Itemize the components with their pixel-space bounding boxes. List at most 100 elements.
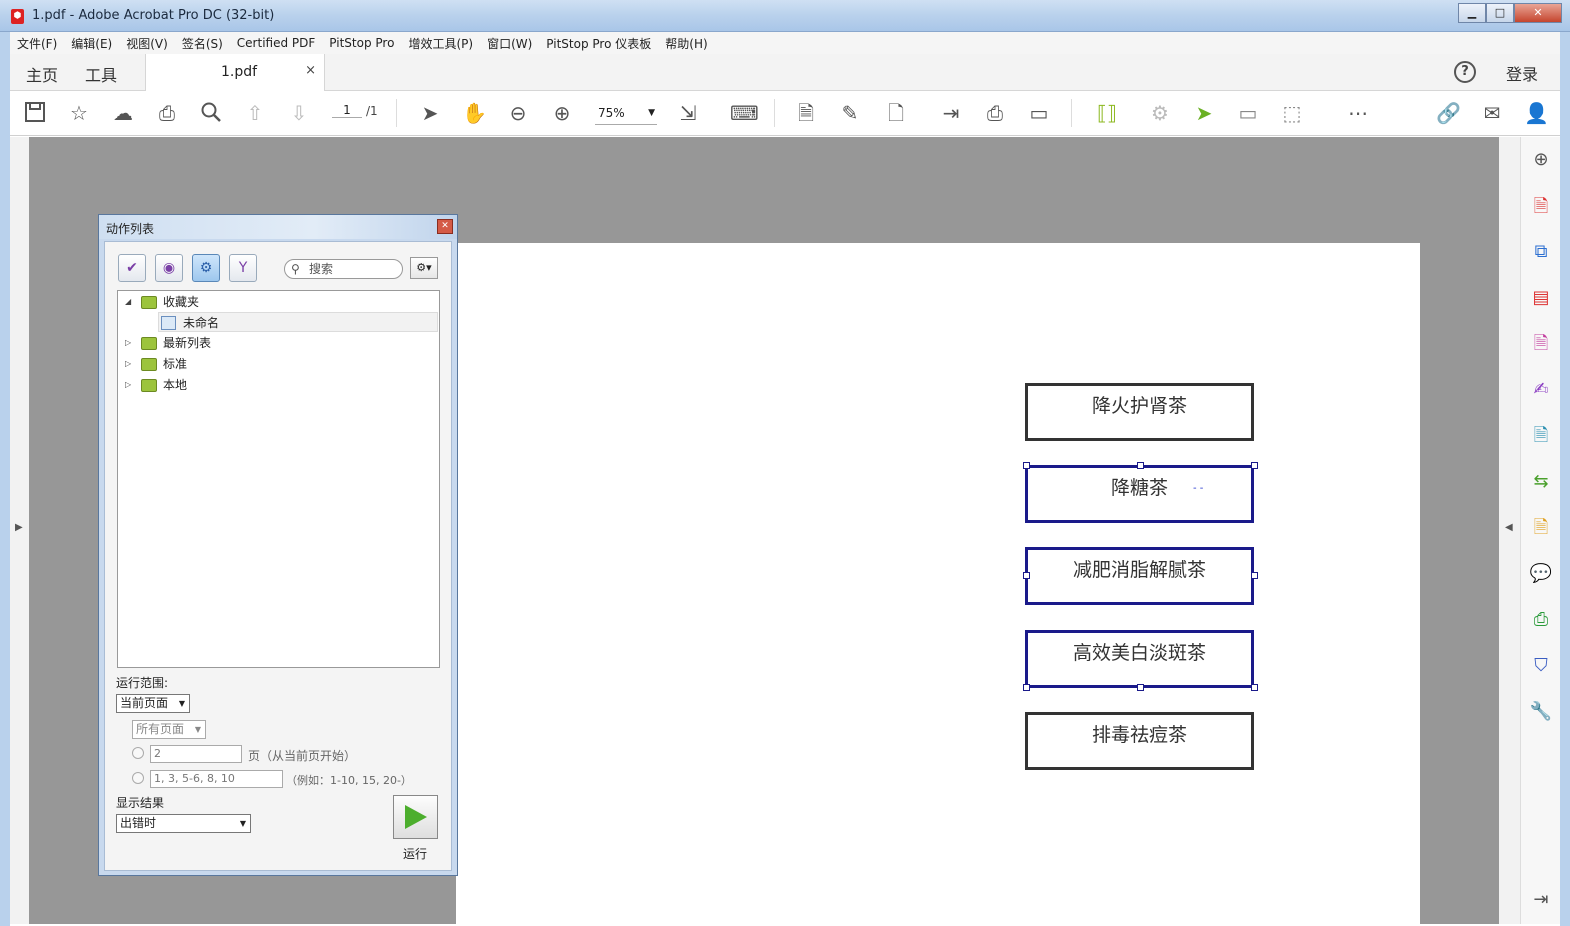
zoom-in-icon[interactable]: ⊕ <box>550 101 574 125</box>
page-count-radio[interactable] <box>132 747 144 759</box>
tab-document[interactable]: 1.pdf × <box>145 54 325 91</box>
combine-files-icon[interactable]: ⧉ <box>1529 240 1553 264</box>
close-tab-icon[interactable]: × <box>305 63 316 78</box>
collapsed-triangle-icon[interactable]: ▷ <box>125 375 131 395</box>
login-link[interactable]: 登录 <box>1506 61 1538 85</box>
collapse-panel-icon[interactable]: ⇥ <box>1529 888 1553 912</box>
run-button[interactable] <box>393 795 438 839</box>
page-box-2[interactable]: 降糖茶 <box>1025 465 1254 523</box>
add-user-icon[interactable]: 👤 <box>1524 101 1549 125</box>
hand-tool-icon[interactable]: ✋ <box>462 101 487 125</box>
share-link-icon[interactable]: 🔗 <box>1436 101 1461 125</box>
selection-handle[interactable] <box>1137 684 1144 691</box>
send-for-signature-icon[interactable]: 🗎 <box>1529 424 1553 448</box>
fill-sign-icon[interactable]: ✍ <box>1529 378 1553 402</box>
zoom-search-icon[interactable]: ⊕ <box>1529 148 1553 172</box>
print-production-icon[interactable]: ⎙ <box>1529 608 1553 632</box>
tree-item-recent[interactable]: ▷ 最新列表 <box>118 333 439 353</box>
prev-page-icon[interactable]: ⇧ <box>243 101 267 125</box>
page-box-1[interactable]: 降火护肾茶 <box>1025 383 1254 441</box>
selection-handle[interactable] <box>1023 572 1030 579</box>
menu-sign[interactable]: 签名(S) <box>175 35 230 52</box>
tree-item-standard[interactable]: ▷ 标准 <box>118 354 439 374</box>
export-pdf-icon[interactable]: 🗎 <box>1529 332 1553 356</box>
tree-item-local[interactable]: ▷ 本地 <box>118 375 439 395</box>
menu-plugins[interactable]: 增效工具(P) <box>401 35 480 52</box>
selection-handle[interactable] <box>1251 572 1258 579</box>
maximize-button[interactable]: □ <box>1486 3 1514 23</box>
close-window-button[interactable]: ✕ <box>1514 3 1562 23</box>
selection-handle[interactable] <box>1023 462 1030 469</box>
tab-home[interactable]: 主页 <box>26 62 58 86</box>
compare-icon[interactable]: ⇆ <box>1529 470 1553 494</box>
rectangle-tool-icon[interactable]: ▭ <box>1236 101 1260 125</box>
preflight-icon[interactable]: ⟦⟧ <box>1095 101 1119 125</box>
measure-icon[interactable]: ▭ <box>1027 101 1051 125</box>
protect-shield-icon[interactable]: ⛉ <box>1529 654 1553 678</box>
collapsed-triangle-icon[interactable]: ▷ <box>125 333 131 353</box>
selection-handle[interactable] <box>1137 462 1144 469</box>
next-page-icon[interactable]: ⇩ <box>287 101 311 125</box>
zoom-select[interactable]: 75% ▼ <box>595 103 657 125</box>
tab-tools[interactable]: 工具 <box>85 62 117 86</box>
comment-icon[interactable]: 💬 <box>1529 562 1553 586</box>
create-pdf-icon[interactable]: 🗎 <box>1529 195 1553 219</box>
help-icon[interactable]: ? <box>1454 61 1476 83</box>
menu-window[interactable]: 窗口(W) <box>480 35 539 52</box>
scope-select[interactable]: 当前页面 ▼ <box>116 694 190 713</box>
right-panel-handle[interactable]: ◀ <box>1499 137 1520 924</box>
bookmark-star-icon[interactable]: ☆ <box>67 101 91 125</box>
page-list-field[interactable]: 1, 3, 5-6, 8, 10 <box>150 770 283 788</box>
collapsed-triangle-icon[interactable]: ▷ <box>125 354 131 374</box>
crop-tool-icon[interactable]: ⬚ <box>1280 101 1304 125</box>
minimize-button[interactable]: ▁ <box>1458 3 1486 23</box>
send-comments-icon[interactable]: 🗎 <box>1529 516 1553 540</box>
dialog-title-bar[interactable]: 动作列表 ✕ <box>99 215 457 239</box>
dialog-close-button[interactable]: ✕ <box>437 219 453 234</box>
organize-pages-icon[interactable]: ▤ <box>1529 286 1553 310</box>
more-tools-icon[interactable]: 🔧 <box>1529 700 1553 724</box>
menu-view[interactable]: 视图(V) <box>119 35 175 52</box>
selection-handle[interactable] <box>1251 684 1258 691</box>
options-gear-button[interactable]: ⚙▾ <box>410 257 438 279</box>
collapse-right-icon[interactable]: ◀ <box>1505 522 1513 533</box>
email-icon[interactable]: ✉ <box>1480 101 1504 125</box>
save-icon[interactable] <box>23 101 47 125</box>
print-preview-icon[interactable]: ⎙ <box>983 101 1007 125</box>
expand-left-icon[interactable]: ▶ <box>15 522 23 533</box>
fit-page-icon[interactable]: ⇲ <box>676 101 700 125</box>
page-box-4[interactable]: 高效美白淡斑茶 <box>1025 630 1254 688</box>
page-list-radio[interactable] <box>132 772 144 784</box>
page-count-field[interactable]: 2 <box>150 745 242 763</box>
tree-item-unnamed[interactable]: 未命名 <box>158 312 438 332</box>
tree-item-favorites[interactable]: ◢ 收藏夹 <box>118 292 439 312</box>
zoom-out-icon[interactable]: ⊖ <box>506 101 530 125</box>
show-results-select[interactable]: 出错时 ▼ <box>116 814 251 833</box>
filter-branch-icon[interactable]: Y <box>229 254 257 282</box>
selection-handle[interactable] <box>1023 684 1030 691</box>
menu-certified-pdf[interactable]: Certified PDF <box>230 36 323 50</box>
menu-help[interactable]: 帮助(H) <box>658 35 714 52</box>
selection-handle[interactable] <box>1251 462 1258 469</box>
left-panel-handle[interactable]: ▶ <box>10 137 29 924</box>
page-edit-icon[interactable]: 🗎 <box>794 101 818 125</box>
print-icon[interactable]: ⎙ <box>155 101 179 125</box>
select-cursor-icon[interactable]: ➤ <box>418 101 442 125</box>
pages-select[interactable]: 所有页面 ▼ <box>132 720 206 739</box>
upload-cloud-icon[interactable]: ☁ <box>111 101 135 125</box>
pitstop-select-icon[interactable]: ➤ <box>1192 101 1216 125</box>
search-input[interactable]: ⚲ 搜索 <box>284 259 403 279</box>
page-number-input[interactable]: 1 <box>332 103 362 118</box>
export-icon[interactable]: ⇥ <box>939 101 963 125</box>
menu-pitstop-dashboard[interactable]: PitStop Pro 仪表板 <box>539 35 658 52</box>
menu-file[interactable]: 文件(F) <box>10 35 64 52</box>
filter-gear-icon[interactable]: ⚙ <box>192 254 220 282</box>
search-icon[interactable] <box>199 101 223 125</box>
more-icon[interactable]: ⋯ <box>1346 101 1370 125</box>
settings-page-icon[interactable]: ⚙ <box>1148 101 1172 125</box>
scroll-mode-icon[interactable]: ⌨ <box>730 101 759 125</box>
filter-globe-icon[interactable]: ◉ <box>155 254 183 282</box>
expanded-triangle-icon[interactable]: ◢ <box>125 292 131 312</box>
menu-pitstop-pro[interactable]: PitStop Pro <box>322 36 401 50</box>
document-icon[interactable]: 🗋 <box>884 101 908 125</box>
